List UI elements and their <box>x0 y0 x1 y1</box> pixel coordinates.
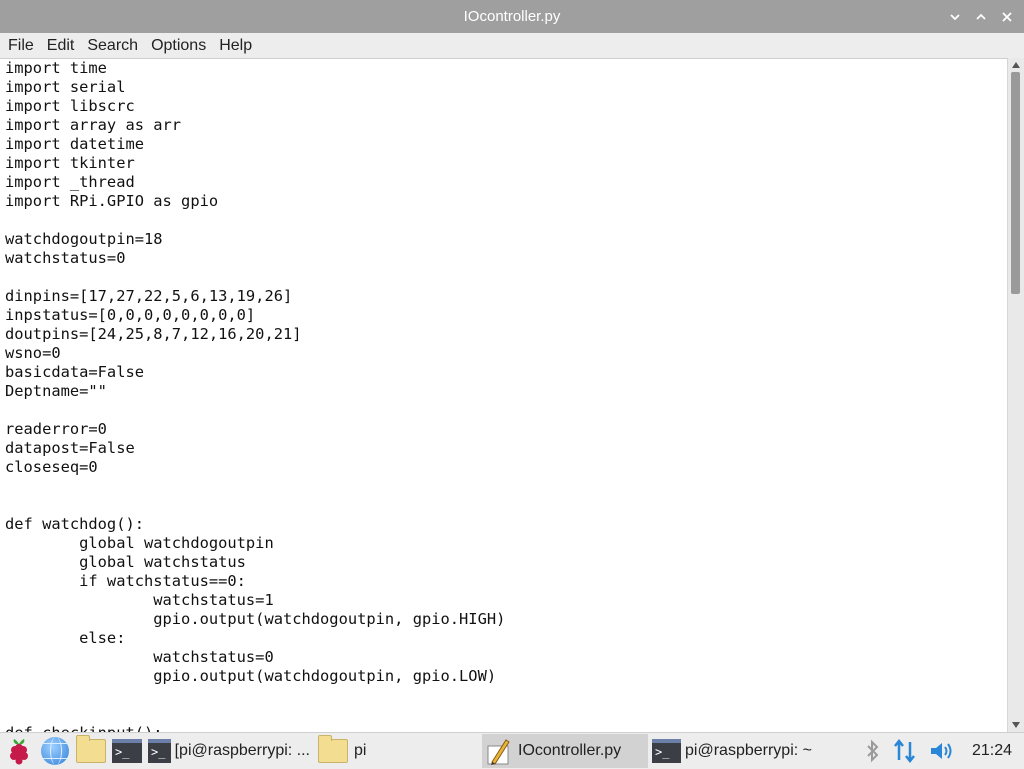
code-line: import tkinter <box>5 154 135 172</box>
terminal-icon: >_ <box>148 739 171 763</box>
scroll-down-arrow-icon[interactable] <box>1012 722 1020 728</box>
terminal-icon: >_ <box>652 739 682 763</box>
chevron-up-icon <box>976 13 986 20</box>
folder-icon <box>76 735 106 763</box>
code-line: import libscrc <box>5 97 135 115</box>
code-line: gpio.output(watchdogoutpin, gpio.LOW) <box>5 667 497 685</box>
bluetooth-icon[interactable] <box>864 739 882 763</box>
code-text: import time import serial import libscrc im… <box>5 59 505 733</box>
code-line: watchstatus=0 <box>5 249 126 267</box>
code-line: readerror=0 <box>5 420 107 438</box>
code-line: import time <box>5 59 107 77</box>
menu-search[interactable]: Search <box>83 33 143 58</box>
text-editor-area[interactable]: import time import serial import libscrc im… <box>0 58 1024 733</box>
raspberry-menu-button[interactable] <box>2 734 36 768</box>
task-label: [pi@raspberrypi: ... <box>174 742 310 759</box>
close-button[interactable] <box>996 6 1018 28</box>
clock[interactable]: 21:24 <box>972 742 1012 760</box>
close-icon <box>1002 11 1012 22</box>
scrollbar-thumb[interactable] <box>1011 72 1020 294</box>
task-label: IOcontroller.py <box>518 742 622 759</box>
maximize-button[interactable] <box>970 6 992 28</box>
menu-options[interactable]: Options <box>147 33 211 58</box>
file-manager-launcher[interactable] <box>74 734 108 768</box>
task-label: pi <box>354 742 367 759</box>
menu-help[interactable]: Help <box>215 33 257 58</box>
terminal-icon: >_ <box>112 739 142 763</box>
taskbar-task-terminal-1[interactable]: >_ [pi@raspberrypi: ... <box>144 734 314 768</box>
menu-bar: File Edit Search Options Help <box>0 33 1024 58</box>
code-line: if watchstatus==0: <box>5 572 246 590</box>
code-line: basicdata=False <box>5 363 144 381</box>
taskbar: >_ >_ [pi@raspberrypi: ... pi IOcontroll… <box>0 732 1024 769</box>
web-browser-launcher[interactable] <box>38 734 72 768</box>
code-line: global watchdogoutpin <box>5 534 274 552</box>
code-line: import _thread <box>5 173 135 191</box>
globe-icon <box>41 737 69 765</box>
code-line: wsno=0 <box>5 344 61 362</box>
system-tray: 21:24 <box>864 738 1024 764</box>
code-line: inpstatus=[0,0,0,0,0,0,0,0] <box>5 306 256 324</box>
volume-icon[interactable] <box>928 739 956 763</box>
task-label: pi@raspberrypi: ~ <box>685 742 812 759</box>
terminal-launcher[interactable]: >_ <box>110 734 144 768</box>
code-line: else: <box>5 629 126 647</box>
code-line: import datetime <box>5 135 144 153</box>
window-title: IOcontroller.py <box>463 8 561 25</box>
code-line: dinpins=[17,27,22,5,6,13,19,26] <box>5 287 293 305</box>
raspberry-pi-icon <box>10 739 28 765</box>
code-line: def watchdog(): <box>5 515 144 533</box>
code-line: closeseq=0 <box>5 458 98 476</box>
code-line: import serial <box>5 78 126 96</box>
menu-file[interactable]: File <box>4 33 39 58</box>
code-line: import array as arr <box>5 116 182 134</box>
window-titlebar[interactable]: IOcontroller.py <box>0 0 1024 33</box>
minimize-button[interactable] <box>944 6 966 28</box>
text-editor-icon <box>487 739 510 765</box>
taskbar-task-terminal-2[interactable]: >_ pi@raspberrypi: ~ <box>648 734 816 768</box>
scroll-up-arrow-icon[interactable] <box>1012 62 1020 68</box>
code-line: watchdogoutpin=18 <box>5 230 163 248</box>
code-line: doutpins=[24,25,8,7,12,16,20,21] <box>5 325 302 343</box>
code-line: import RPi.GPIO as gpio <box>5 192 219 210</box>
code-line: datapost=False <box>5 439 135 457</box>
taskbar-task-editor[interactable]: IOcontroller.py <box>482 734 648 768</box>
folder-icon <box>318 735 348 763</box>
code-line: watchstatus=0 <box>5 648 274 666</box>
menu-edit[interactable]: Edit <box>43 33 80 58</box>
code-line: global watchstatus <box>5 553 246 571</box>
code-line: gpio.output(watchdogoutpin, gpio.HIGH) <box>5 610 506 628</box>
code-line: watchstatus=1 <box>5 591 274 609</box>
network-icon[interactable] <box>892 738 918 764</box>
code-line: Deptname="" <box>5 382 107 400</box>
chevron-down-icon <box>950 13 960 20</box>
vertical-scrollbar[interactable] <box>1007 58 1024 732</box>
taskbar-task-folder-pi[interactable]: pi <box>314 734 482 768</box>
